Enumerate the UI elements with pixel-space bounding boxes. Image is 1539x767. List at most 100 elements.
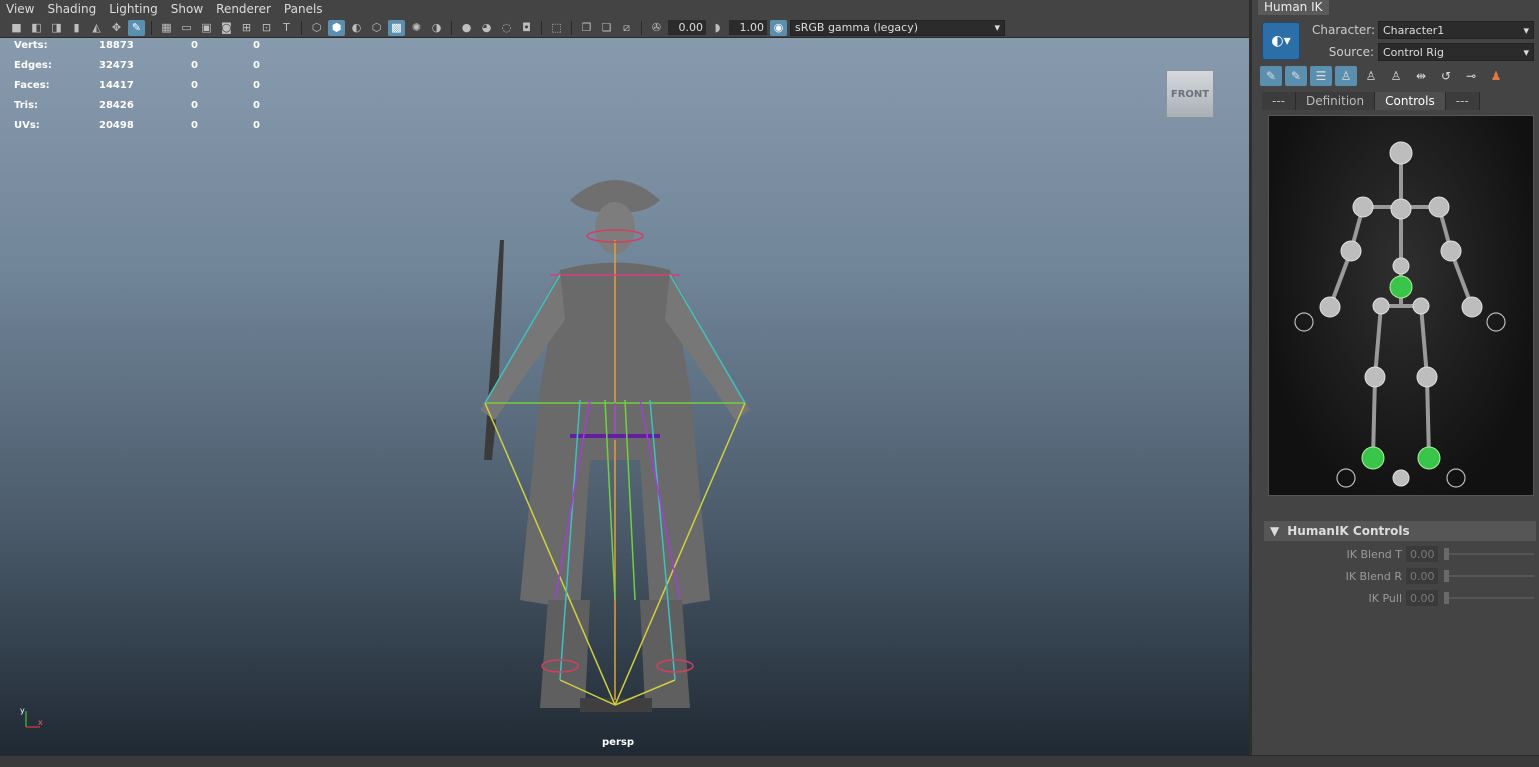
hud-value: 32473 bbox=[99, 60, 134, 71]
ik-blend-r-field[interactable]: 0.00 bbox=[1406, 568, 1438, 584]
gate-mask-icon[interactable]: ◙ bbox=[218, 20, 235, 36]
viewcube[interactable]: FRONT bbox=[1166, 70, 1214, 118]
stance-pose-icon[interactable]: ♟ bbox=[1485, 66, 1507, 86]
textured-icon[interactable]: ▩ bbox=[388, 19, 405, 36]
depth-of-field-icon[interactable]: ◘ bbox=[518, 20, 535, 36]
toolbar-divider bbox=[451, 20, 452, 35]
gamma-field[interactable]: 1.00 bbox=[729, 20, 767, 35]
menu-panels[interactable]: Panels bbox=[284, 2, 330, 16]
anti-aliasing-icon[interactable]: ◌ bbox=[498, 20, 515, 36]
hud-label: Edges: bbox=[14, 60, 52, 71]
pin-rotation-icon[interactable]: ↺ bbox=[1435, 66, 1457, 86]
isolate-select-icon[interactable]: ⬚ bbox=[548, 20, 565, 36]
source-label: Source: bbox=[1328, 45, 1374, 59]
hik-character-menu-icon[interactable]: ◐▾ bbox=[1262, 22, 1300, 60]
bookmark-icon[interactable]: ▮ bbox=[68, 20, 85, 36]
slider-handle[interactable] bbox=[1444, 548, 1449, 560]
maya-window: View Shading Lighting Show Renderer Pane… bbox=[0, 0, 1539, 767]
ik-pull-field[interactable]: 0.00 bbox=[1406, 590, 1438, 606]
safe-action-icon[interactable]: ⊡ bbox=[258, 20, 275, 36]
camera-bookmark-icon[interactable]: ◨ bbox=[48, 20, 65, 36]
hud-value: 0 bbox=[253, 120, 260, 131]
select-camera-icon[interactable]: ■ bbox=[8, 20, 25, 36]
humanik-controls-section-header[interactable]: ▼ HumanIK Controls bbox=[1264, 521, 1536, 541]
tab-controls[interactable]: Controls bbox=[1375, 92, 1446, 110]
viewport-panel[interactable]: View Shading Lighting Show Renderer Pane… bbox=[0, 0, 1249, 755]
slider-handle[interactable] bbox=[1444, 592, 1449, 604]
source-dropdown[interactable]: Control Rig ▾ bbox=[1378, 43, 1534, 61]
safe-title-icon[interactable]: T bbox=[278, 20, 295, 36]
toolbar-divider bbox=[641, 20, 642, 35]
default-material-icon[interactable]: ◐ bbox=[348, 20, 365, 36]
show-skeleton-icon[interactable]: ☰ bbox=[1310, 66, 1332, 86]
xray-joints-icon[interactable]: ⧄ bbox=[618, 20, 635, 36]
pin-none-icon[interactable]: ⊸ bbox=[1460, 66, 1482, 86]
ik-blend-t-slider[interactable] bbox=[1444, 548, 1534, 560]
use-all-lights-icon[interactable]: ✺ bbox=[408, 20, 425, 36]
menu-lighting[interactable]: Lighting bbox=[109, 2, 165, 16]
tab-human-ik[interactable]: Human IK bbox=[1258, 0, 1329, 15]
selection-icon[interactable]: ♙ bbox=[1385, 66, 1407, 86]
character-field: Character: Character1 ▾ bbox=[1312, 21, 1534, 39]
section-title: HumanIK Controls bbox=[1287, 524, 1410, 538]
pin-translation-icon[interactable]: ⇹ bbox=[1410, 66, 1432, 86]
select-effector-icon[interactable]: ✎ bbox=[1260, 66, 1282, 86]
select-all-effectors-icon[interactable]: ✎ bbox=[1285, 66, 1307, 86]
menu-shading[interactable]: Shading bbox=[47, 2, 103, 16]
ik-blend-r-slider[interactable] bbox=[1444, 570, 1534, 582]
left-ankle-effector-active bbox=[1361, 446, 1385, 470]
hud-value: 0 bbox=[191, 60, 198, 71]
ik-blend-t-field[interactable]: 0.00 bbox=[1406, 546, 1438, 562]
xray-icon[interactable]: ❐ bbox=[578, 20, 595, 36]
menu-view[interactable]: View bbox=[6, 2, 41, 16]
hud-value: 14417 bbox=[99, 80, 134, 91]
pirate-character-model[interactable] bbox=[440, 160, 790, 720]
field-chart-icon[interactable]: ⊞ bbox=[238, 20, 255, 36]
shadows-icon[interactable]: ◑ bbox=[428, 20, 445, 36]
tab-definition[interactable]: Definition bbox=[1296, 92, 1376, 110]
character-dropdown[interactable]: Character1 ▾ bbox=[1378, 21, 1534, 39]
poly-count-hud: Verts: 18873 0 0 Edges: 32473 0 0 Faces:… bbox=[14, 40, 273, 140]
hud-row-faces: Faces: 14417 0 0 bbox=[14, 80, 273, 100]
hud-row-uvs: UVs: 20498 0 0 bbox=[14, 120, 273, 140]
triangle-down-icon: ▼ bbox=[1270, 524, 1280, 538]
tab-next[interactable]: --- bbox=[1445, 92, 1480, 110]
timeline-strip[interactable] bbox=[0, 755, 1539, 767]
smooth-shade-icon[interactable]: ⬢ bbox=[328, 19, 345, 36]
ik-pull-slider[interactable] bbox=[1444, 592, 1534, 604]
two-d-pan-icon[interactable]: ✥ bbox=[108, 20, 125, 36]
right-ankle-effector-active bbox=[1417, 446, 1441, 470]
hik-tabbar: --- Definition Controls --- bbox=[1262, 92, 1480, 110]
right-knee-effector bbox=[1416, 366, 1438, 388]
chevron-down-icon: ▾ bbox=[1523, 45, 1529, 59]
hik-character-controls-view[interactable] bbox=[1268, 115, 1534, 496]
menu-show[interactable]: Show bbox=[171, 2, 210, 16]
view-transform-dropdown[interactable]: sRGB gamma (legacy) ▾ bbox=[790, 19, 1005, 36]
grease-pencil-icon[interactable]: ✎ bbox=[128, 19, 145, 36]
motion-blur-icon[interactable]: ◕ bbox=[478, 20, 495, 36]
character-label: Character: bbox=[1312, 23, 1376, 37]
exposure-icon[interactable]: ✇ bbox=[648, 20, 665, 36]
body-part-icon[interactable]: ♙ bbox=[1360, 66, 1382, 86]
tab-previous[interactable]: --- bbox=[1262, 92, 1296, 110]
film-gate-icon[interactable]: ▭ bbox=[178, 20, 195, 36]
axis-x-label: x bbox=[38, 718, 43, 727]
color-management-icon[interactable]: ◉ bbox=[770, 19, 787, 36]
slider-handle[interactable] bbox=[1444, 570, 1449, 582]
wireframe-on-shaded-icon[interactable]: ⬡ bbox=[368, 20, 385, 36]
resolution-gate-icon[interactable]: ▣ bbox=[198, 20, 215, 36]
hik-toolbar: ✎ ✎ ☰ ♙ ♙ ♙ ⇹ ↺ ⊸ ♟ bbox=[1260, 66, 1507, 86]
wireframe-icon[interactable]: ⬡ bbox=[308, 20, 325, 36]
hud-value: 0 bbox=[191, 120, 198, 131]
image-plane-icon[interactable]: ◭ bbox=[88, 20, 105, 36]
camera-attributes-icon[interactable]: ◧ bbox=[28, 20, 45, 36]
grid-icon[interactable]: ▦ bbox=[158, 20, 175, 36]
chest-effector bbox=[1392, 257, 1410, 275]
full-body-icon[interactable]: ♙ bbox=[1335, 66, 1357, 86]
gamma-icon[interactable]: ◗ bbox=[709, 20, 726, 36]
screen-space-ao-icon[interactable]: ● bbox=[458, 20, 475, 36]
character-value: Character1 bbox=[1383, 23, 1445, 37]
xray-active-components-icon[interactable]: ❏ bbox=[598, 20, 615, 36]
exposure-field[interactable]: 0.00 bbox=[668, 20, 706, 35]
menu-renderer[interactable]: Renderer bbox=[216, 2, 278, 16]
